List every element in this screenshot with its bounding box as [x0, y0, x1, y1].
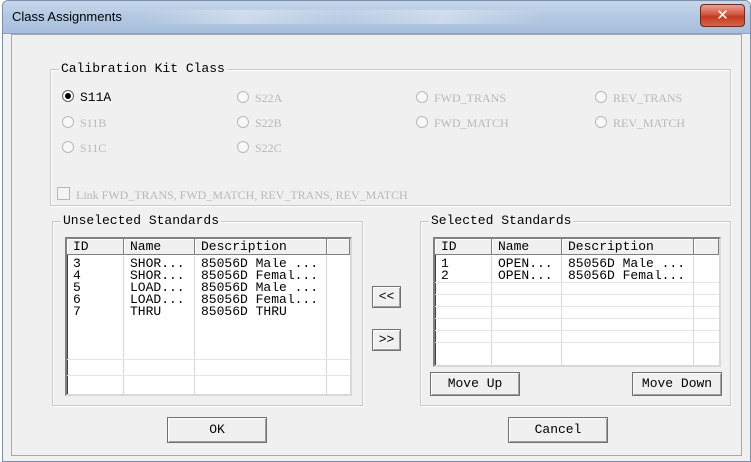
radio-button-icon [62, 141, 74, 153]
radio-button-icon [237, 91, 249, 103]
table-row[interactable]: 6 LOAD... 85056D Femal... [67, 294, 327, 306]
close-button[interactable]: ✕ [700, 4, 745, 27]
table-row[interactable]: 5 LOAD... 85056D Male ... [67, 282, 327, 294]
double-chevron-right-icon: >> [378, 332, 395, 347]
radio-s11c[interactable]: S11C [62, 140, 106, 156]
window-title: Class Assignments [12, 9, 122, 24]
list-header: ID Name Description [67, 239, 350, 256]
radio-rev-trans[interactable]: REV_TRANS [595, 90, 682, 106]
dialog-body: Calibration Kit Class S11A S22A FWD_TRAN… [11, 34, 742, 456]
radio-s22b[interactable]: S22B [237, 115, 282, 131]
table-row[interactable]: 7 THRU 85056D THRU [67, 306, 327, 318]
radio-s11b[interactable]: S11B [62, 115, 106, 131]
move-up-button[interactable]: Move Up [430, 372, 520, 396]
table-row[interactable]: 1 OPEN... 85056D Male ... [435, 258, 694, 270]
unselected-standards-legend: Unselected Standards [61, 213, 222, 229]
table-row[interactable]: 3 SHOR... 85056D Male ... [67, 258, 327, 270]
table-row[interactable]: 4 SHOR... 85056D Femal... [67, 270, 327, 282]
selected-standards-legend: Selected Standards [429, 213, 574, 229]
radio-button-icon [62, 116, 74, 128]
radio-fwd-match[interactable]: FWD_MATCH [416, 115, 509, 131]
table-row[interactable]: 2 OPEN... 85056D Femal... [435, 270, 694, 282]
column-header-description[interactable]: Description [195, 239, 327, 255]
radio-fwd-trans[interactable]: FWD_TRANS [416, 90, 506, 106]
move-to-selected-button[interactable]: << [372, 286, 401, 308]
radio-button-icon [416, 116, 428, 128]
radio-button-icon [237, 141, 249, 153]
radio-s11a[interactable]: S11A [62, 90, 111, 106]
radio-button-icon [62, 90, 74, 102]
radio-s22c[interactable]: S22C [237, 140, 282, 156]
class-assignments-window: Class Assignments ✕ Calibration Kit Clas… [2, 0, 751, 462]
column-header-filler [694, 239, 719, 255]
title-bar-background-blur [143, 10, 543, 24]
column-header-id[interactable]: ID [435, 239, 492, 255]
ok-button[interactable]: OK [167, 417, 267, 443]
calibration-kit-class-legend: Calibration Kit Class [59, 61, 227, 77]
column-header-description[interactable]: Description [562, 239, 694, 255]
column-header-id[interactable]: ID [67, 239, 124, 255]
list-header: ID Name Description [435, 239, 719, 256]
column-header-filler [327, 239, 350, 255]
link-trans-match-checkbox[interactable]: Link FWD_TRANS, FWD_MATCH, REV_TRANS, RE… [57, 187, 408, 203]
column-header-name[interactable]: Name [492, 239, 562, 255]
radio-button-icon [416, 91, 428, 103]
selected-standards-list[interactable]: ID Name Description 1 OPEN... 85056D Mal… [433, 237, 721, 367]
move-to-unselected-button[interactable]: >> [372, 329, 401, 351]
radio-button-icon [595, 91, 607, 103]
radio-s22a[interactable]: S22A [237, 90, 282, 106]
checkbox-icon [57, 187, 70, 200]
title-bar[interactable]: Class Assignments ✕ [3, 1, 750, 34]
column-header-name[interactable]: Name [124, 239, 195, 255]
double-chevron-left-icon: << [378, 289, 395, 304]
radio-rev-match[interactable]: REV_MATCH [595, 115, 685, 131]
close-icon: ✕ [716, 6, 729, 24]
unselected-standards-list[interactable]: ID Name Description 3 SHOR... 85056D Mal… [65, 237, 352, 396]
radio-button-icon [237, 116, 249, 128]
move-down-button[interactable]: Move Down [632, 372, 722, 396]
radio-button-icon [595, 116, 607, 128]
cancel-button[interactable]: Cancel [508, 417, 608, 443]
